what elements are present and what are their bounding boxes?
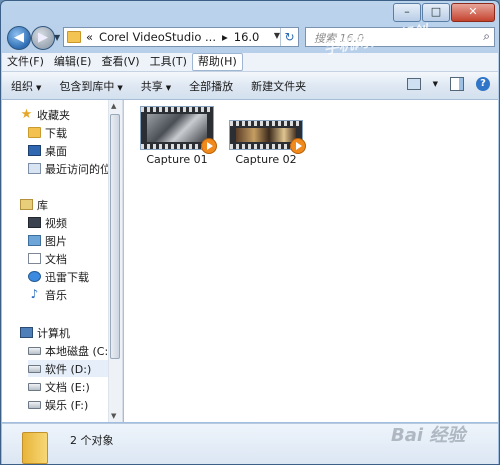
file-name: Capture 02 [235, 153, 297, 166]
breadcrumb-separator[interactable]: ▸ [222, 30, 228, 44]
chevron-down-icon: ▼ [165, 83, 172, 92]
video-thumbnail [229, 120, 306, 154]
chevron-down-icon: ▼ [36, 83, 42, 92]
nav-label: 软件 (D:) [45, 362, 92, 376]
music-note-icon: ♪ [30, 287, 39, 301]
nav-label: 库 [37, 198, 48, 212]
video-thumbnail [140, 106, 217, 154]
play-icon [201, 138, 217, 154]
star-icon: ★ [20, 107, 33, 122]
nav-label: 娱乐 (F:) [45, 398, 89, 412]
scroll-down-icon[interactable]: ▼ [111, 412, 116, 420]
video-frame [147, 114, 207, 142]
recent-pages-dropdown[interactable]: ▼ [54, 33, 60, 42]
menu-edit[interactable]: 编辑(E) [49, 54, 97, 70]
picture-library-icon [28, 235, 41, 246]
nav-label: 音乐 [45, 288, 67, 302]
nav-label: 收藏夹 [37, 108, 70, 122]
play-all-button[interactable]: 全部播放 [180, 78, 242, 94]
chevron-down-icon[interactable]: ▼ [433, 80, 438, 88]
menu-help[interactable]: 帮助(H) [191, 53, 243, 71]
menu-bar: 文件(F) 编辑(E) 查看(V) 工具(T) 帮助(H) [2, 53, 498, 72]
view-controls: ▼ ? [406, 77, 490, 91]
menu-file[interactable]: 文件(F) [2, 54, 49, 70]
drive-icon [28, 364, 41, 373]
file-item[interactable]: Capture 01 [132, 106, 222, 166]
nav-label: 视频 [45, 216, 67, 230]
thunder-download-icon [28, 271, 41, 282]
command-bar: 组织 ▼ 包含到库中 ▼ 共享 ▼ 全部播放 新建文件夹 ▼ ? [2, 72, 498, 100]
explorer-window: – □ ✕ ◀ ▶ ▼ « Corel VideoStudio ... ▸ 16… [0, 0, 500, 465]
include-label: 包含到库中 [59, 79, 115, 93]
nav-label: 图片 [45, 234, 67, 248]
views-icon[interactable] [406, 78, 421, 90]
organize-label: 组织 [11, 79, 33, 93]
include-in-library-button[interactable]: 包含到库中 ▼ [50, 78, 131, 94]
watermark-bottom: Bai 经验 [391, 425, 466, 446]
preview-pane-icon[interactable] [450, 77, 464, 91]
breadcrumb-current[interactable]: 16.0 [234, 30, 260, 44]
scroll-up-icon[interactable]: ▲ [111, 102, 116, 110]
film-strip [230, 121, 302, 126]
drive-icon [28, 346, 41, 355]
window-controls: – □ ✕ [393, 3, 495, 22]
computer-icon [20, 327, 33, 338]
minimize-button[interactable]: – [393, 3, 421, 22]
back-button[interactable]: ◀ [7, 26, 31, 50]
scrollbar-thumb[interactable] [110, 114, 120, 359]
breadcrumb-corel[interactable]: Corel VideoStudio ... [99, 30, 216, 44]
menu-tools[interactable]: 工具(T) [145, 54, 192, 70]
nav-label: 迅雷下载 [45, 270, 89, 284]
nav-label: 文档 [45, 252, 67, 266]
nav-label: 本地磁盘 (C:) [45, 344, 113, 358]
maximize-button[interactable]: □ [422, 3, 450, 22]
share-label: 共享 [140, 79, 163, 93]
nav-label: 文档 (E:) [45, 380, 90, 394]
help-icon[interactable]: ? [476, 77, 490, 91]
refresh-icon[interactable]: ↻ [280, 28, 298, 46]
close-button[interactable]: ✕ [451, 3, 495, 22]
new-folder-button[interactable]: 新建文件夹 [242, 78, 315, 94]
address-bar[interactable]: « Corel VideoStudio ... ▸ 16.0 ▼ ↻ [63, 27, 299, 47]
folder-icon [67, 31, 81, 43]
file-name: Capture 01 [146, 153, 208, 166]
video-frame [236, 128, 296, 142]
recent-places-icon [28, 163, 41, 174]
organize-button[interactable]: 组织 ▼ [2, 78, 50, 94]
folder-icon [22, 432, 48, 464]
chevron-down-icon: ▼ [117, 83, 123, 92]
forward-button[interactable]: ▶ [31, 26, 55, 50]
breadcrumb-overflow[interactable]: « [86, 30, 93, 44]
document-library-icon [28, 253, 41, 264]
video-library-icon [28, 217, 41, 228]
drive-icon [28, 382, 41, 391]
downloads-folder-icon [28, 127, 41, 138]
menu-view[interactable]: 查看(V) [96, 54, 144, 70]
share-button[interactable]: 共享 ▼ [132, 78, 180, 94]
item-count: 2 个对象 [70, 434, 114, 447]
play-icon [290, 138, 306, 154]
library-icon [20, 199, 33, 210]
nav-label: 桌面 [45, 144, 67, 158]
file-list[interactable]: Capture 01 Capture 02 [124, 100, 498, 422]
search-icon[interactable]: ⌕ [483, 29, 490, 44]
film-strip [141, 107, 213, 112]
navigation-pane[interactable]: ★ 收藏夹 下载 桌面 最近访问的位置 库 视频 图片 文档 迅雷下载 ♪ 音乐 计… [2, 100, 123, 422]
file-item[interactable]: Capture 02 [221, 120, 311, 166]
nav-label: 计算机 [37, 326, 70, 340]
desktop-icon [28, 145, 41, 156]
drive-icon [28, 400, 41, 409]
navigation-scrollbar[interactable]: ▲ ▼ [108, 100, 122, 422]
nav-label: 下载 [45, 126, 67, 140]
